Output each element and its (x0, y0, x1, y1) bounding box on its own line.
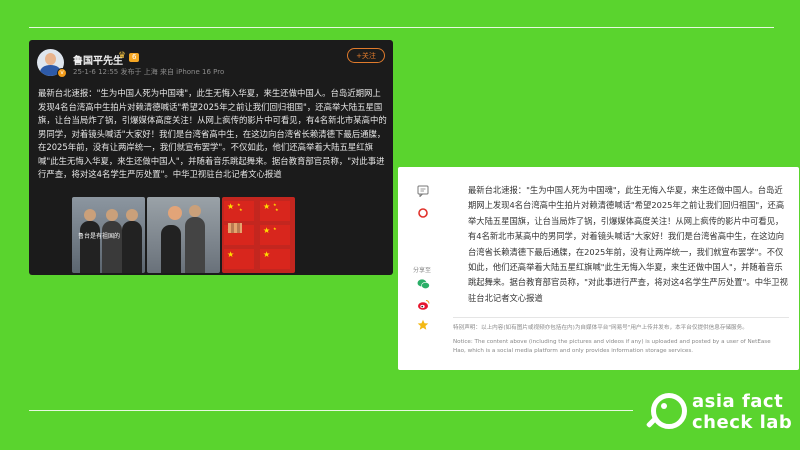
wechat-icon[interactable] (417, 278, 430, 290)
post-image-2[interactable] (147, 197, 220, 273)
username[interactable]: 鲁国平先生 (73, 52, 123, 67)
verified-icon: v (57, 68, 67, 78)
image-caption: 鲁台是有祖国的 (78, 233, 121, 240)
share-label: 分享至 (413, 267, 432, 274)
post-image-1[interactable]: 鲁台是有祖国的 (72, 197, 145, 273)
post-image-3[interactable]: ★★★ ★★★ ★★ ★★ ★ ★ (222, 197, 295, 273)
logo-text-line2: check lab (692, 412, 793, 433)
comment-icon[interactable] (417, 185, 429, 197)
weibo-icon[interactable] (417, 299, 430, 311)
disclaimer-en: Notice: The content above (including the… (453, 339, 771, 354)
article-text: 最新台北速报："生为中国人死为中国魂"，此生无悔入华夏，来生还做中国人。台岛近期… (468, 185, 788, 303)
netease-article-screenshot: 分享至 最新台北速报："生为中国人死为中国魂"，此生无悔入华夏，来生还做中国人。… (398, 167, 799, 370)
article-divider (453, 317, 789, 318)
magnifier-icon (651, 393, 687, 429)
netease-logo-icon[interactable] (417, 207, 429, 219)
post-text: 最新台北速报："生为中国人死为中国魂"，此生无悔入华夏，来生还做中国人。台岛近期… (38, 88, 387, 179)
follow-button[interactable]: +关注 (347, 48, 385, 63)
crown-icon: ♛ (118, 51, 127, 61)
disclaimer-zh: 特别声明：以上内容(如有图片或视频亦包括在内)为自媒体平台"网易号"用户上传并发… (453, 325, 748, 331)
post-meta: 25-1-6 12:55 发布于 上海 来自 iPhone 16 Pro (73, 68, 225, 76)
star-icon[interactable] (417, 319, 429, 331)
weibo-post-screenshot: v 鲁国平先生 ♛ 6 25-1-6 12:55 发布于 上海 来自 iPhon… (29, 40, 393, 275)
top-divider-line (29, 27, 774, 28)
level-badge: 6 (129, 53, 140, 62)
logo-text-line1: asia fact (692, 391, 784, 412)
bottom-divider-line (29, 410, 633, 411)
